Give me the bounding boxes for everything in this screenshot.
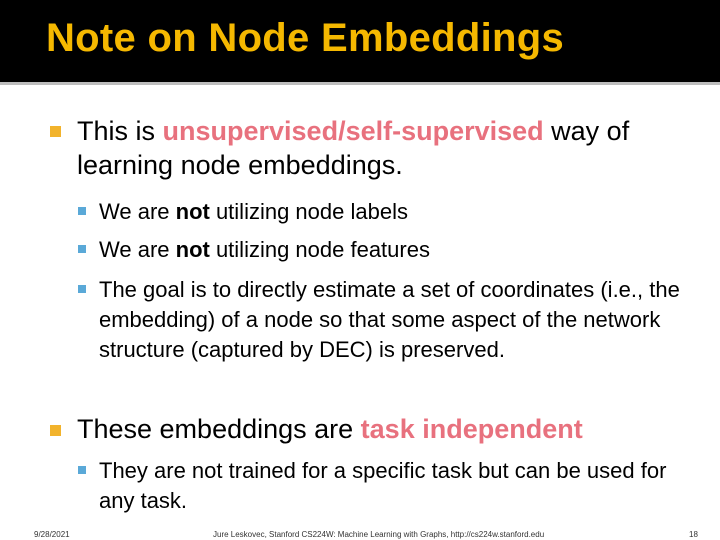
bullet-text: We are	[99, 199, 176, 224]
bullet-text: This is	[77, 116, 163, 146]
bullet-text: These embeddings are	[77, 414, 361, 444]
bold-text: not	[175, 199, 210, 224]
footer-page-number: 18	[689, 530, 698, 539]
sub-bullet-square-icon	[78, 245, 86, 253]
bullet-unsupervised: This is unsupervised/self-supervised way…	[77, 114, 697, 182]
sub-bullet-square-icon	[78, 207, 86, 215]
sub-bullet-not-trained: They are not trained for a specific task…	[99, 458, 667, 513]
bold-text: not	[175, 237, 210, 262]
bullet-task-independent: These embeddings are task independent	[77, 412, 697, 446]
highlight-text: unsupervised/self-supervised	[162, 116, 544, 146]
highlight-text: task independent	[360, 414, 583, 444]
bullet-text: utilizing node labels	[209, 199, 408, 224]
sub-bullet-goal: The goal is to directly estimate a set o…	[99, 277, 680, 362]
bullet-square-icon	[50, 126, 61, 137]
bullet-square-icon	[50, 425, 61, 436]
sub-bullet-square-icon	[78, 285, 86, 293]
sub-bullet-node-features: We are not utilizing node features	[99, 235, 689, 265]
footer-credit: Jure Leskovec, Stanford CS224W: Machine …	[213, 530, 545, 539]
title-divider	[0, 82, 720, 85]
footer-date: 9/28/2021	[34, 530, 70, 539]
bullet-text: We are	[99, 237, 176, 262]
bullet-text: utilizing node features	[209, 237, 430, 262]
slide-title: Note on Node Embeddings	[46, 16, 565, 60]
sub-bullet-node-labels: We are not utilizing node labels	[99, 197, 689, 227]
sub-bullet-square-icon	[78, 466, 86, 474]
